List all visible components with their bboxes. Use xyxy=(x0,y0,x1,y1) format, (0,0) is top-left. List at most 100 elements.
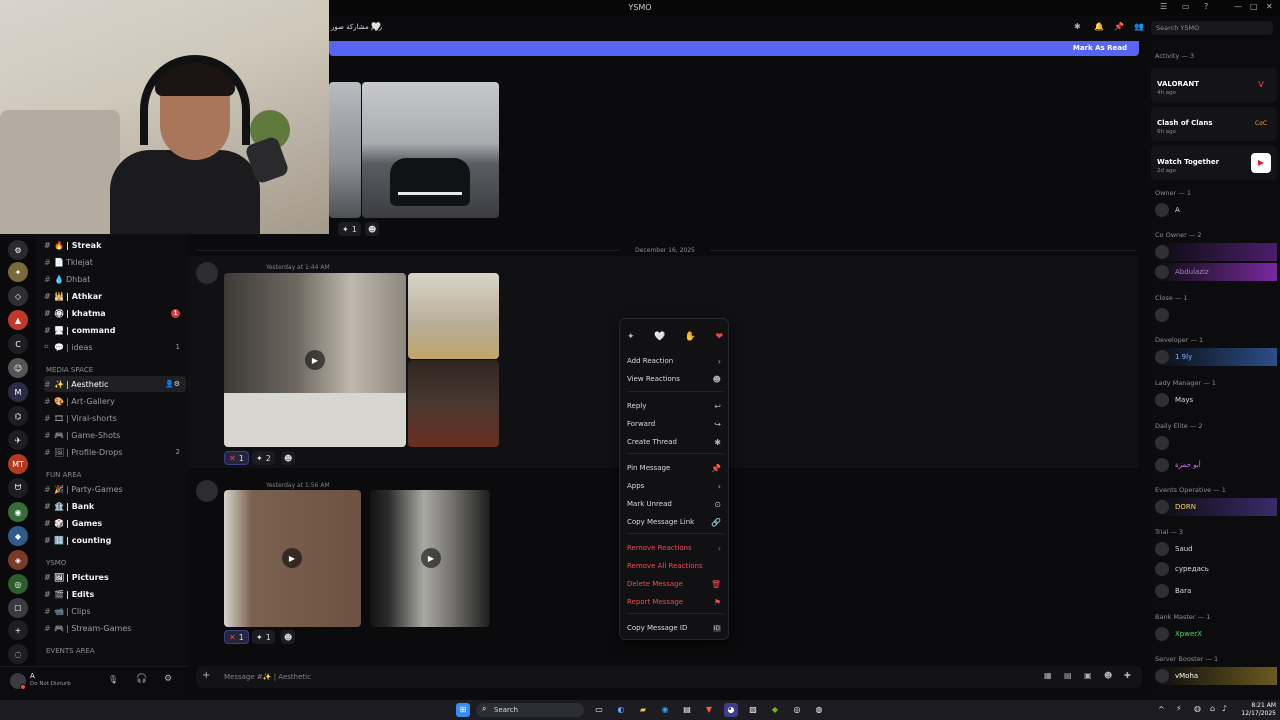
add-reaction-button[interactable]: ☻ xyxy=(281,630,296,644)
obs-icon[interactable]: ◍ xyxy=(812,703,826,717)
channel-games[interactable]: # 🎲 | Games xyxy=(44,515,186,531)
add-reaction-button[interactable]: ☻ xyxy=(365,222,379,236)
menu-create-thread[interactable]: Create Thread ✱ xyxy=(627,435,723,449)
member-item[interactable]: суредась xyxy=(1155,560,1277,578)
category-ysmo[interactable]: YSMO xyxy=(46,559,66,567)
store-icon[interactable]: ▤ xyxy=(680,703,694,717)
discover-icon[interactable]: ◌ xyxy=(8,644,28,664)
network-icon[interactable]: ⌂ xyxy=(1210,704,1215,713)
reaction-chip[interactable]: ✕ 1 xyxy=(224,451,249,465)
avatar[interactable] xyxy=(196,262,218,284)
chrome-icon[interactable]: ◎ xyxy=(790,703,804,717)
server-icon[interactable]: ⚙ xyxy=(8,240,28,260)
member-item[interactable]: Abdulaziz xyxy=(1155,263,1277,281)
channel-art-gallery[interactable]: # 🎨 | Art-Gallery xyxy=(44,393,186,409)
taskbar-search[interactable]: ⌕ Search xyxy=(476,703,584,717)
channel-clips[interactable]: # 📹 | Clips xyxy=(44,603,186,619)
reaction-chip[interactable]: ✕ 1 xyxy=(224,630,249,644)
member-item[interactable] xyxy=(1155,243,1277,261)
server-icon[interactable]: ⌬ xyxy=(8,406,28,426)
server-icon[interactable]: ◇ xyxy=(8,286,28,306)
menu-mark-unread[interactable]: Mark Unread ⊙ xyxy=(627,497,723,511)
menu-pin-message[interactable]: Pin Message 📌 xyxy=(627,461,723,475)
settings-icon[interactable]: ⚙ xyxy=(164,674,172,684)
menu-view-reactions[interactable]: View Reactions ☻ xyxy=(627,372,723,386)
members-icon[interactable]: 👥 xyxy=(1134,22,1144,31)
menu-copy-link[interactable]: Copy Message Link 🔗 xyxy=(627,515,723,529)
reaction-chip[interactable]: ✦ 1 xyxy=(252,630,275,644)
menu-forward[interactable]: Forward ↪ xyxy=(627,417,723,431)
channel-streak[interactable]: # 🔥 | Streak xyxy=(44,237,186,253)
play-icon[interactable]: ▶ xyxy=(282,548,302,568)
edge-icon[interactable]: ◉ xyxy=(658,703,672,717)
member-item[interactable]: XpwerX xyxy=(1155,625,1277,643)
activity-card[interactable]: Watch Together 2d ago ▶ xyxy=(1151,146,1277,180)
channel-profile-drops[interactable]: # 🖼 | Profile-Drops 2 xyxy=(44,444,186,460)
apps-icon[interactable]: ✚ xyxy=(1124,671,1131,680)
channel-athkar[interactable]: # 🕌 | Athkar xyxy=(44,288,186,304)
quick-reaction-3[interactable]: ✋ xyxy=(685,332,696,342)
server-icon[interactable]: ✦ xyxy=(8,262,28,282)
message-image[interactable] xyxy=(329,82,361,218)
microphone-icon[interactable]: 🎙 xyxy=(108,675,118,684)
copilot-icon[interactable]: ◐ xyxy=(614,703,628,717)
add-reaction-button[interactable]: ☻ xyxy=(281,451,296,465)
windows-start-icon[interactable]: ⊞ xyxy=(456,703,470,717)
activity-card[interactable]: VALORANT 4h ago V xyxy=(1151,68,1277,102)
monitor-icon[interactable]: ▭ xyxy=(1182,2,1190,11)
channel-tklejat[interactable]: # 📄 Tklejat xyxy=(44,254,186,270)
close-button[interactable]: ✕ xyxy=(1266,2,1273,11)
menu-reply[interactable]: Reply ↩ xyxy=(627,399,723,413)
tray-app-icon[interactable]: ◍ xyxy=(1194,704,1201,713)
channel-stream-games[interactable]: # 🎮 | Stream-Games xyxy=(44,620,186,636)
server-icon[interactable]: ☺ xyxy=(8,358,28,378)
nvidia-icon[interactable]: ◆ xyxy=(768,703,782,717)
discord-icon[interactable]: ◕ xyxy=(724,703,738,717)
member-item[interactable]: A xyxy=(1155,201,1277,219)
gift-icon[interactable]: ▦ xyxy=(1044,671,1052,680)
member-item[interactable] xyxy=(1155,434,1277,452)
clock[interactable]: 8:21 AM 12/17/2025 xyxy=(1236,702,1276,718)
server-icon[interactable]: ◆ xyxy=(8,526,28,546)
channel-command[interactable]: # 🖥 | command xyxy=(44,322,186,338)
search-input[interactable]: Search YSMO xyxy=(1151,21,1273,35)
message-image[interactable] xyxy=(362,82,499,218)
reaction-chip[interactable]: ✦ 2 xyxy=(252,451,275,465)
message-image[interactable] xyxy=(408,273,499,359)
server-icon[interactable]: ᗢ xyxy=(8,478,28,498)
member-item[interactable]: أبو حمزة xyxy=(1155,456,1277,474)
menu-remove-all-reactions[interactable]: Remove All Reactions xyxy=(627,559,723,573)
play-icon[interactable]: ▶ xyxy=(421,548,441,568)
member-item[interactable]: Bara xyxy=(1155,582,1277,600)
message-image[interactable] xyxy=(408,360,499,447)
attach-icon[interactable]: + xyxy=(202,670,210,681)
server-icon[interactable]: ☐ xyxy=(8,598,28,618)
menu-apps[interactable]: Apps › xyxy=(627,479,723,493)
channel-pictures[interactable]: # 🖼 | Pictures xyxy=(44,569,186,585)
threads-icon[interactable]: ✱ xyxy=(1074,22,1081,31)
avatar[interactable] xyxy=(196,480,218,502)
file-explorer-icon[interactable]: ▰ xyxy=(636,703,650,717)
bell-icon[interactable]: 🔔 xyxy=(1094,22,1104,31)
tray-app-icon[interactable]: ⚡ xyxy=(1176,704,1182,713)
server-icon[interactable]: ◎ xyxy=(8,574,28,594)
menu-copy-message-id[interactable]: Copy Message ID ID xyxy=(627,621,723,635)
menu-report-message[interactable]: Report Message ⚑ xyxy=(627,595,723,609)
server-icon[interactable]: C xyxy=(8,334,28,354)
tray-chevron-icon[interactable]: ^ xyxy=(1158,705,1165,714)
server-icon[interactable]: ✈ xyxy=(8,430,28,450)
channel-game-shots[interactable]: # 🎮 | Game-Shots xyxy=(44,427,186,443)
pin-icon[interactable]: 📌 xyxy=(1114,22,1124,31)
quick-reaction-2[interactable]: 🤍 xyxy=(654,332,665,342)
channel-aesthetic[interactable]: # ✨ | Aesthetic 👤⚙ xyxy=(44,376,186,392)
channel-khatma[interactable]: # 🏵 | khatma 1 xyxy=(44,305,186,321)
menu-remove-reactions[interactable]: Remove Reactions › xyxy=(627,541,723,555)
category-media-space[interactable]: MEDIA SPACE xyxy=(46,366,93,374)
add-server-icon[interactable]: + xyxy=(8,620,28,640)
reaction-chip[interactable]: ✦ 1 xyxy=(338,222,361,236)
new-messages-bar[interactable]: Mark As Read xyxy=(329,41,1139,56)
inbox-icon[interactable]: ☰ xyxy=(1160,2,1167,11)
channel-bank[interactable]: # 🏦 | Bank xyxy=(44,498,186,514)
help-icon[interactable]: ? xyxy=(1204,2,1208,11)
activity-card[interactable]: Clash of Clans 6h ago CoC xyxy=(1151,107,1277,141)
